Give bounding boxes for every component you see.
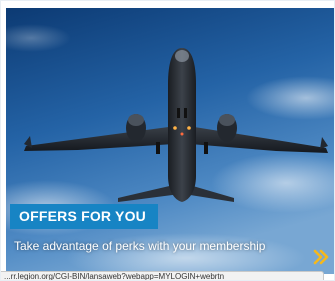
status-bar-url: ...rr.legion.org/CGI-BIN/lansaweb?webapp… — [1, 271, 324, 280]
double-chevron-right-icon[interactable] — [312, 248, 330, 266]
airplane-photo — [6, 8, 334, 274]
offers-badge: OFFERS FOR YOU — [10, 204, 158, 229]
promo-description: Take advantage of perks with your member… — [14, 239, 266, 253]
offers-promo-card[interactable]: OFFERS FOR YOU Take advantage of perks w… — [6, 8, 334, 274]
top-gap — [1, 1, 334, 8]
promo-tile: OFFERS FOR YOU Take advantage of perks w… — [0, 0, 335, 281]
